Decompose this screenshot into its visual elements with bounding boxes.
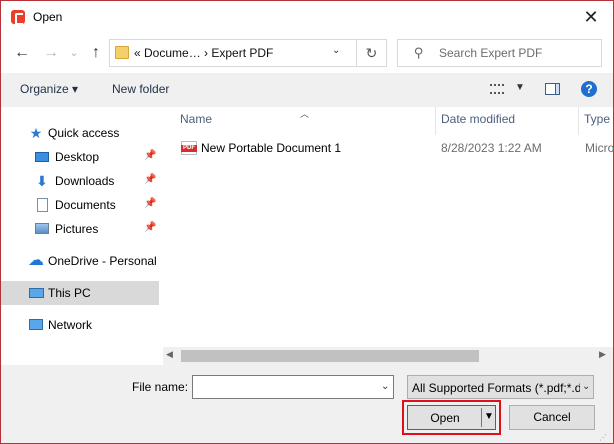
file-type: Micro: [585, 141, 614, 155]
sidebar-item-pictures[interactable]: Pictures 📌: [1, 217, 159, 241]
recent-locations-dropdown-icon[interactable]: ⌄: [63, 42, 85, 64]
resize-grip-icon[interactable]: ⋰: [599, 433, 607, 442]
sidebar-item-desktop[interactable]: Desktop 📌: [1, 145, 159, 169]
file-type-filter-select[interactable]: All Supported Formats (*.pdf;*.d ⌄: [407, 375, 594, 399]
help-icon[interactable]: ?: [581, 81, 597, 97]
pin-icon[interactable]: 📌: [144, 174, 156, 185]
dialog-title: Open: [33, 10, 63, 24]
navigation-bar: ← → ⌄ ↑ « Docume… › Expert PDF ⌄ ↻ ⚲ Sea…: [1, 33, 613, 73]
sidebar-item-documents[interactable]: Documents 📌: [1, 193, 159, 217]
pdf-file-icon: PDF: [181, 141, 197, 155]
pin-icon[interactable]: 📌: [144, 150, 156, 161]
sidebar-item-onedrive[interactable]: ☁ OneDrive - Personal: [1, 249, 159, 273]
download-icon: ⬇: [36, 173, 48, 189]
sidebar-item-label: Pictures: [55, 222, 99, 236]
dialog-footer: File name: ⌄ All Supported Formats (*.pd…: [1, 365, 613, 443]
sidebar-item-label: Documents: [55, 198, 116, 212]
app-logo-icon: [11, 10, 25, 25]
desktop-icon: [34, 149, 50, 165]
sidebar-item-downloads[interactable]: ⬇ Downloads 📌: [1, 169, 159, 193]
column-header-date[interactable]: Date modified: [441, 112, 515, 126]
scrollbar-thumb[interactable]: [181, 350, 479, 362]
file-name: New Portable Document 1: [201, 141, 342, 155]
split-divider: [481, 408, 482, 427]
folder-icon: [115, 46, 129, 59]
column-header-name[interactable]: Name: [180, 112, 212, 126]
scroll-left-icon[interactable]: ◀: [166, 349, 173, 360]
up-arrow-icon[interactable]: ↑: [85, 42, 107, 64]
pin-icon[interactable]: 📌: [144, 222, 156, 233]
forward-arrow-icon[interactable]: →: [40, 42, 62, 64]
column-header-type[interactable]: Type: [584, 112, 610, 126]
file-type-filter-value: All Supported Formats (*.pdf;*.d: [412, 381, 582, 395]
sidebar-item-label: Desktop: [55, 150, 100, 164]
horizontal-scrollbar[interactable]: ◀ ▶: [163, 347, 613, 365]
scroll-right-icon[interactable]: ▶: [599, 349, 606, 360]
file-name-label: File name:: [132, 380, 189, 394]
open-button[interactable]: Open ▼: [407, 405, 496, 430]
refresh-icon[interactable]: ↻: [356, 40, 386, 66]
pin-icon[interactable]: 📌: [144, 198, 156, 209]
open-dropdown-icon[interactable]: ▼: [484, 411, 494, 422]
column-divider[interactable]: [578, 107, 579, 135]
open-file-dialog: Open ✕ ← → ⌄ ↑ « Docume… › Expert PDF ⌄ …: [0, 0, 614, 444]
sidebar-item-this-pc[interactable]: This PC: [1, 281, 159, 305]
sort-ascending-icon: ︿: [300, 109, 310, 119]
pictures-icon: [34, 221, 50, 237]
file-name-input[interactable]: [192, 375, 394, 399]
command-toolbar: Organize ▾ New folder ▼ ?: [1, 73, 613, 107]
title-bar: Open ✕: [1, 1, 613, 33]
filter-dropdown-icon[interactable]: ⌄: [580, 381, 591, 392]
file-name-dropdown-icon[interactable]: ⌄: [381, 381, 389, 392]
organize-menu-button[interactable]: Organize ▾: [20, 82, 78, 96]
open-button-label[interactable]: Open: [408, 411, 482, 425]
close-icon[interactable]: ✕: [571, 3, 611, 31]
sidebar-item-label: This PC: [48, 286, 91, 300]
sidebar-item-label: Quick access: [48, 126, 120, 140]
new-folder-button[interactable]: New folder: [112, 82, 169, 96]
search-box[interactable]: ⚲ Search Expert PDF: [397, 39, 602, 67]
cloud-icon: ☁: [28, 252, 44, 269]
file-row[interactable]: PDF New Portable Document 1 8/28/2023 1:…: [177, 137, 614, 159]
view-options-icon[interactable]: [490, 84, 504, 94]
file-date-modified: 8/28/2023 1:22 AM: [441, 141, 542, 155]
search-icon: ⚲: [414, 45, 424, 60]
file-list-pane: ︿ Name Date modified Type PDF New Portab…: [163, 107, 614, 365]
column-divider[interactable]: [435, 107, 436, 135]
view-dropdown-icon[interactable]: ▼: [515, 82, 525, 93]
address-dropdown-icon[interactable]: ⌄: [332, 45, 340, 56]
address-path[interactable]: « Docume… › Expert PDF: [134, 46, 273, 60]
sidebar-item-label: Downloads: [55, 174, 115, 188]
back-arrow-icon[interactable]: ←: [11, 42, 33, 64]
sidebar-item-quick-access[interactable]: ★ Quick access: [1, 121, 159, 145]
address-bar[interactable]: « Docume… › Expert PDF ⌄ ↻: [109, 39, 387, 67]
document-icon: [34, 197, 50, 213]
network-icon: [28, 317, 44, 333]
navigation-pane: ★ Quick access Desktop 📌 ⬇ Downloads 📌 D…: [1, 107, 163, 365]
search-input[interactable]: Search Expert PDF: [439, 46, 542, 60]
sidebar-item-network[interactable]: Network: [1, 313, 159, 337]
sidebar-item-label: OneDrive - Personal: [48, 254, 157, 268]
preview-pane-icon[interactable]: [545, 83, 560, 95]
computer-icon: [28, 285, 44, 301]
star-icon: ★: [29, 125, 43, 141]
sidebar-item-label: Network: [48, 318, 93, 332]
cancel-button[interactable]: Cancel: [509, 405, 595, 430]
